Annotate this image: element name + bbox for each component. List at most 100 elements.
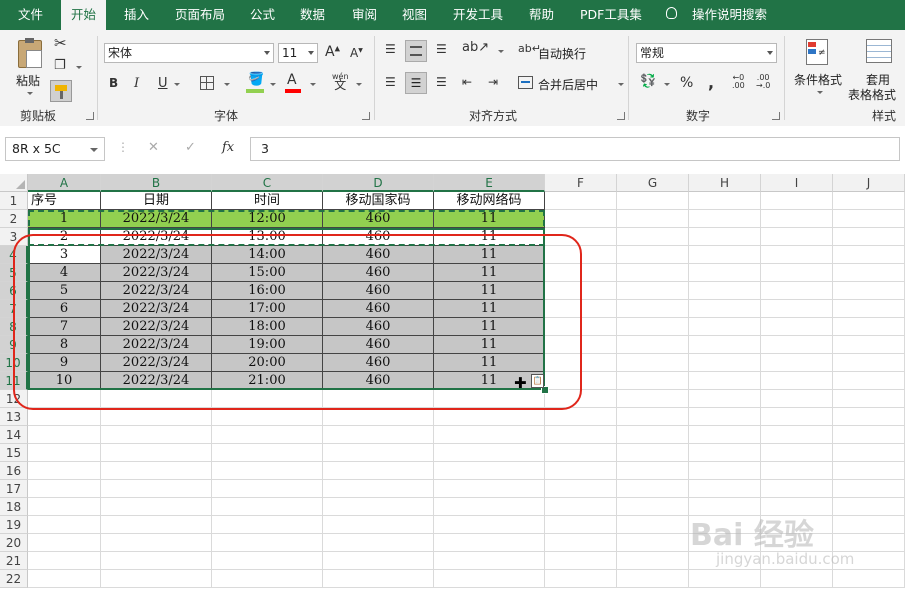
row-header[interactable]: 21 <box>0 552 28 570</box>
grid-cell[interactable] <box>28 480 101 498</box>
grid-cell[interactable] <box>101 462 212 480</box>
row-header[interactable]: 16 <box>0 462 28 480</box>
grid-cell[interactable] <box>545 300 617 318</box>
clipboard-launcher-icon[interactable] <box>86 112 94 120</box>
grid-cell[interactable] <box>545 426 617 444</box>
grid-cell[interactable] <box>761 462 833 480</box>
grid-cell[interactable] <box>323 480 434 498</box>
grid-cell[interactable] <box>689 372 761 390</box>
grid-cell[interactable] <box>545 408 617 426</box>
more-options-icon[interactable]: ⋮ <box>117 140 129 154</box>
grid-cell[interactable] <box>833 408 905 426</box>
row-header[interactable]: 2 <box>0 210 28 228</box>
table-cell[interactable]: 460 <box>323 336 434 354</box>
grid-cell[interactable] <box>28 444 101 462</box>
tab-formulas[interactable]: 公式 <box>250 0 275 30</box>
row-header[interactable]: 3 <box>0 228 28 246</box>
grid-cell[interactable] <box>689 318 761 336</box>
accounting-format-icon[interactable]: 💱 <box>640 74 656 89</box>
tab-view[interactable]: 视图 <box>402 0 427 30</box>
font-size-select[interactable]: 11 <box>278 43 318 63</box>
number-launcher-icon[interactable] <box>772 112 780 120</box>
grid-cell[interactable] <box>545 210 617 228</box>
grid-cell[interactable] <box>323 516 434 534</box>
table-cell[interactable]: 11 <box>434 336 545 354</box>
tab-file[interactable]: 文件 <box>18 0 43 30</box>
copy-dropdown-icon[interactable] <box>76 66 82 69</box>
grid-cell[interactable] <box>323 426 434 444</box>
grid-cell[interactable] <box>761 300 833 318</box>
grid-cell[interactable] <box>434 390 545 408</box>
grid-cell[interactable] <box>212 570 323 588</box>
table-cell[interactable]: 7 <box>28 318 101 336</box>
grid-cell[interactable] <box>545 264 617 282</box>
merge-dropdown-icon[interactable] <box>618 83 624 86</box>
row-header[interactable]: 20 <box>0 534 28 552</box>
table-cell[interactable]: 11 <box>434 318 545 336</box>
merge-center-icon[interactable] <box>518 76 533 89</box>
grid-cell[interactable] <box>833 210 905 228</box>
grid-cell[interactable] <box>617 534 689 552</box>
table-cell[interactable]: 11 <box>434 264 545 282</box>
grid-cell[interactable] <box>323 534 434 552</box>
select-all-corner[interactable] <box>0 174 28 192</box>
table-cell[interactable]: 14:00 <box>212 246 323 264</box>
row-header[interactable]: 19 <box>0 516 28 534</box>
grid-cell[interactable] <box>28 426 101 444</box>
grid-cell[interactable] <box>617 210 689 228</box>
grid-cell[interactable] <box>545 444 617 462</box>
grid-cell[interactable] <box>28 552 101 570</box>
orientation-icon[interactable]: ab↗ <box>462 40 489 55</box>
grid-cell[interactable] <box>323 552 434 570</box>
grid-cell[interactable] <box>545 570 617 588</box>
row-header[interactable]: 17 <box>0 480 28 498</box>
wrap-text-button[interactable]: 自动换行 <box>538 45 586 62</box>
comma-style-button[interactable]: , <box>708 73 714 92</box>
grid-cell[interactable] <box>434 462 545 480</box>
grid-cell[interactable] <box>212 462 323 480</box>
column-header[interactable]: H <box>689 174 761 192</box>
row-header[interactable]: 10 <box>0 354 28 372</box>
alignment-launcher-icon[interactable] <box>617 112 625 120</box>
grid-cell[interactable] <box>28 408 101 426</box>
row-header[interactable]: 22 <box>0 570 28 588</box>
table-cell[interactable]: 4 <box>28 264 101 282</box>
grid-cell[interactable] <box>212 552 323 570</box>
grid-cell[interactable] <box>833 282 905 300</box>
grid-cell[interactable] <box>761 336 833 354</box>
grid-cell[interactable] <box>28 390 101 408</box>
grid-cell[interactable] <box>617 408 689 426</box>
grid-cell[interactable] <box>761 480 833 498</box>
grid-cell[interactable] <box>689 570 761 588</box>
table-cell[interactable]: 11 <box>434 246 545 264</box>
grid-cell[interactable] <box>28 534 101 552</box>
align-left-icon[interactable]: ☰ <box>385 75 396 89</box>
underline-dropdown-icon[interactable] <box>174 83 180 86</box>
grid-cell[interactable] <box>323 408 434 426</box>
grid-cell[interactable] <box>617 426 689 444</box>
grid-cell[interactable] <box>617 282 689 300</box>
grid-cell[interactable] <box>101 390 212 408</box>
grid-cell[interactable] <box>689 462 761 480</box>
grid-cell[interactable] <box>833 192 905 210</box>
tab-insert[interactable]: 插入 <box>124 0 149 30</box>
grid-cell[interactable] <box>617 390 689 408</box>
table-cell[interactable]: 2022/3/24 <box>101 246 212 264</box>
tab-developer[interactable]: 开发工具 <box>453 0 503 30</box>
table-cell[interactable]: 20:00 <box>212 354 323 372</box>
conditional-formatting-button[interactable]: ≠ 条件格式 <box>792 36 846 102</box>
grid-cell[interactable] <box>833 318 905 336</box>
merge-center-button[interactable]: 合并后居中 <box>538 76 598 93</box>
phonetic-dropdown-icon[interactable] <box>356 83 362 86</box>
column-header[interactable]: F <box>545 174 617 192</box>
table-cell[interactable]: 12:00 <box>212 210 323 228</box>
table-cell[interactable]: 9 <box>28 354 101 372</box>
grid-cell[interactable] <box>617 264 689 282</box>
grid-cell[interactable] <box>545 336 617 354</box>
grid-cell[interactable] <box>545 282 617 300</box>
table-cell[interactable]: 2022/3/24 <box>101 318 212 336</box>
grid-cell[interactable] <box>689 390 761 408</box>
table-cell[interactable]: 11 <box>434 372 545 390</box>
grid-cell[interactable] <box>833 354 905 372</box>
row-header[interactable]: 14 <box>0 426 28 444</box>
